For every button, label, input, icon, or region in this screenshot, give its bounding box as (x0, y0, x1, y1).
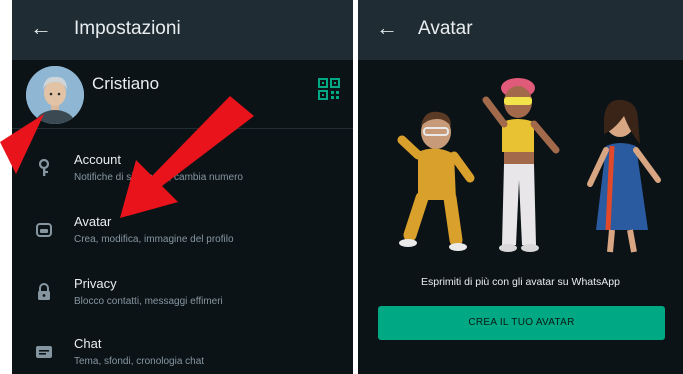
page-title: Avatar (418, 18, 473, 39)
settings-item-title: Privacy (74, 276, 117, 291)
avatars-illustration (397, 78, 661, 253)
settings-item-avatar[interactable]: Avatar Crea, modifica, immagine del prof… (12, 200, 353, 264)
settings-item-chat[interactable]: Chat Tema, sfondi, cronologia chat (12, 322, 353, 374)
back-arrow-icon[interactable]: ← (30, 14, 52, 42)
page-title: Impostazioni (74, 18, 181, 39)
avatar-panel: ← Avatar Esprimiti di più con gli avatar… (358, 0, 683, 374)
settings-item-title: Avatar (74, 214, 112, 229)
qr-code-icon[interactable] (318, 78, 340, 100)
profile-row[interactable]: Cristiano (12, 60, 353, 129)
profile-name: Cristiano (92, 74, 160, 93)
settings-item-title: Account (74, 152, 121, 167)
settings-panel: ← Impostazioni Cristiano Account Notific… (12, 0, 353, 374)
settings-item-title: Chat (74, 336, 102, 351)
settings-item-privacy[interactable]: Privacy Blocco contatti, messaggi effime… (12, 262, 353, 326)
profile-avatar-icon (26, 66, 84, 124)
settings-item-subtitle: Crea, modifica, immagine del profilo (74, 234, 234, 245)
settings-item-account[interactable]: Account Notifiche di sicurezza, cambia n… (12, 138, 353, 202)
lock-icon (38, 283, 50, 300)
key-icon (38, 158, 50, 176)
settings-item-subtitle: Blocco contatti, messaggi effimeri (74, 296, 223, 307)
back-arrow-icon[interactable]: ← (376, 14, 398, 42)
avatar-figure-left (397, 111, 475, 251)
settings-item-subtitle: Notifiche di sicurezza, cambia numero (74, 172, 243, 183)
avatar[interactable] (26, 66, 84, 124)
avatar-figure-right (587, 99, 661, 253)
avatar-app-bar: ← Avatar (358, 0, 683, 60)
avatar-icon (36, 223, 52, 237)
settings-item-subtitle: Tema, sfondi, cronologia chat (74, 356, 205, 367)
settings-app-bar: ← Impostazioni (12, 0, 353, 60)
avatar-tagline: Esprimiti di più con gli avatar su Whats… (420, 276, 620, 288)
avatar-figure-middle (482, 78, 560, 252)
create-avatar-button[interactable]: CREA IL TUO AVATAR (378, 306, 665, 340)
chat-icon (36, 346, 52, 358)
